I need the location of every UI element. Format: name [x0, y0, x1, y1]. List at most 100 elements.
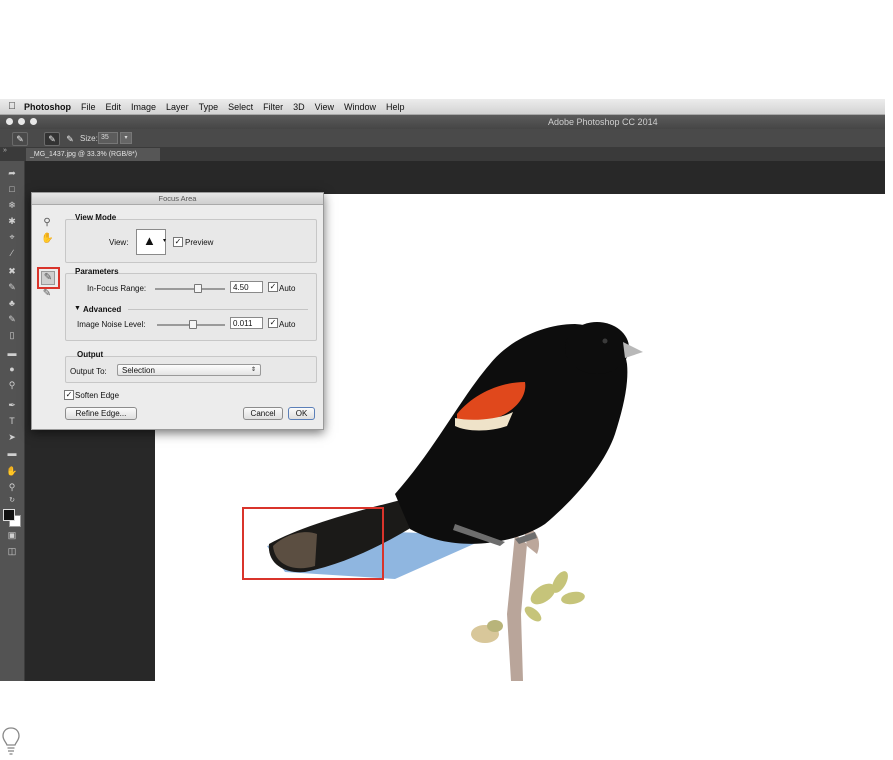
view-dropdown-icon[interactable]: ▾ [163, 237, 166, 244]
ok-button[interactable]: OK [288, 407, 315, 420]
document-tab[interactable]: _MG_1437.jpg @ 33.3% (RGB/8*) [26, 148, 160, 161]
menu-image[interactable]: Image [131, 102, 156, 112]
bird-beak [623, 342, 643, 358]
menu-edit[interactable]: Edit [106, 102, 122, 112]
leaves [471, 571, 585, 643]
tool-highlight-box [37, 267, 60, 289]
pen-tool-icon[interactable]: ✒ [5, 399, 19, 411]
window-controls [6, 118, 37, 125]
menu-help[interactable]: Help [386, 102, 405, 112]
move-tool-icon[interactable]: ➦ [5, 167, 19, 179]
quick-selection-tool-icon[interactable]: ✱ [5, 215, 19, 227]
output-to-dropdown-icon: ⇕ [250, 367, 256, 373]
advanced-divider [128, 309, 308, 310]
hand-tool-icon[interactable]: ✋ [5, 465, 19, 477]
brush-tool-icon[interactable]: ✎ [5, 281, 19, 293]
menu-type[interactable]: Type [199, 102, 219, 112]
advanced-label[interactable]: Advanced [83, 305, 121, 314]
window-title-bar: Adobe Photoshop CC 2014 [0, 115, 885, 129]
menu-layer[interactable]: Layer [166, 102, 189, 112]
quick-mask-icon[interactable]: ▣ [5, 529, 19, 541]
menu-select[interactable]: Select [228, 102, 253, 112]
lasso-tool-icon[interactable]: ❄ [5, 199, 19, 211]
in-focus-range-slider[interactable] [155, 288, 225, 290]
dialog-title: Focus Area [32, 193, 323, 205]
in-focus-range-slider-knob[interactable] [194, 284, 202, 293]
in-focus-auto-checkbox[interactable]: ✓ [268, 282, 278, 292]
tools-panel: ➦ □ ❄ ✱ ⌖ ∕ ✖ ✎ ♣ ✎ ▯ ▬ ● ⚲ ✒ T ➤ ▬ ✋ ⚲ … [0, 161, 25, 681]
focus-area-subtract-tool-icon[interactable]: ✎ [41, 288, 53, 300]
path-selection-tool-icon[interactable]: ➤ [5, 431, 19, 443]
healing-brush-tool-icon[interactable]: ✖ [5, 265, 19, 277]
type-tool-icon[interactable]: T [5, 415, 19, 427]
close-window-button[interactable] [6, 118, 13, 125]
menu-filter[interactable]: Filter [263, 102, 283, 112]
menu-view[interactable]: View [315, 102, 334, 112]
collapse-panels-icon[interactable]: » [3, 147, 7, 154]
in-focus-range-label: In-Focus Range: [87, 284, 147, 293]
add-to-focus-brush-icon[interactable]: ✎ [44, 132, 60, 146]
screen-mode-icon[interactable]: ◫ [5, 545, 19, 557]
refine-edge-button[interactable]: Refine Edge... [65, 407, 137, 420]
cancel-button[interactable]: Cancel [243, 407, 283, 420]
eyedropper-tool-icon[interactable]: ∕ [5, 247, 19, 259]
crop-tool-icon[interactable]: ⌖ [5, 231, 19, 243]
soften-edge-label: Soften Edge [75, 391, 120, 400]
menu-app-name[interactable]: Photoshop [24, 102, 71, 112]
parameters-heading: Parameters [75, 267, 119, 276]
menu-window[interactable]: Window [344, 102, 376, 112]
in-focus-auto-label: Auto [279, 284, 296, 293]
image-noise-level-input[interactable]: 0.011 [230, 317, 263, 329]
output-to-select[interactable]: Selection ⇕ [117, 364, 261, 376]
rectangle-tool-icon[interactable]: ▬ [5, 447, 19, 459]
apple-menu-icon[interactable]:  [0, 101, 24, 112]
bird-thumbnail-icon: ▲ [143, 233, 156, 248]
output-heading: Output [77, 350, 104, 359]
gradient-tool-icon[interactable]: ▬ [5, 347, 19, 359]
minimize-window-button[interactable] [18, 118, 25, 125]
menu-3d[interactable]: 3D [293, 102, 305, 112]
foreground-color-swatch[interactable] [3, 509, 15, 521]
menu-bar:  Photoshop File Edit Image Layer Type S… [0, 99, 885, 115]
size-dropdown-icon[interactable]: ▾ [120, 132, 132, 144]
branch [507, 534, 527, 681]
zoom-tool-icon[interactable]: ⚲ [5, 481, 19, 493]
output-to-value: Selection [122, 366, 155, 375]
clone-stamp-tool-icon[interactable]: ♣ [5, 297, 19, 309]
swap-colors-icon[interactable]: ↻ [5, 495, 19, 507]
view-mode-thumbnail[interactable]: ▲ [136, 229, 166, 255]
tool-preset-picker-icon[interactable]: ✎ [12, 132, 28, 146]
tail-highlight-box [242, 507, 384, 580]
eraser-tool-icon[interactable]: ▯ [5, 329, 19, 341]
advanced-disclosure-icon[interactable]: ▼ [74, 305, 81, 312]
bird-head [565, 322, 629, 374]
image-noise-level-slider-knob[interactable] [189, 320, 197, 329]
lightbulb-icon [2, 727, 20, 755]
output-to-label: Output To: [70, 367, 107, 376]
history-brush-tool-icon[interactable]: ✎ [5, 313, 19, 325]
size-input[interactable]: 35 [98, 132, 118, 144]
focus-area-dialog: Focus Area ⚲ ✋ ✎ ✎ View Mode View: ▲ ▾ ✓… [31, 192, 324, 430]
dodge-tool-icon[interactable]: ⚲ [5, 379, 19, 391]
subtract-from-focus-brush-icon[interactable]: ✎ [62, 132, 78, 146]
noise-auto-checkbox[interactable]: ✓ [268, 318, 278, 328]
preview-checkbox[interactable]: ✓ [173, 237, 183, 247]
view-mode-heading: View Mode [75, 213, 117, 222]
preview-label: Preview [185, 238, 214, 247]
options-bar: ✎ ✎ ✎ Size: 35 ▾ [0, 129, 885, 148]
soften-edge-checkbox[interactable]: ✓ [64, 390, 74, 400]
zoom-icon[interactable]: ⚲ [41, 217, 53, 229]
size-label: Size: [80, 134, 98, 143]
menu-file[interactable]: File [81, 102, 96, 112]
zoom-window-button[interactable] [30, 118, 37, 125]
marquee-tool-icon[interactable]: □ [5, 183, 19, 195]
view-label: View: [109, 238, 129, 247]
document-tab-bar: » _MG_1437.jpg @ 33.3% (RGB/8*) [0, 147, 885, 161]
bird-eye [602, 338, 608, 344]
in-focus-range-input[interactable]: 4.50 [230, 281, 263, 293]
hand-icon[interactable]: ✋ [41, 233, 53, 245]
image-noise-level-label: Image Noise Level: [77, 320, 146, 329]
noise-auto-label: Auto [279, 320, 296, 329]
window-title: Adobe Photoshop CC 2014 [548, 117, 658, 127]
blur-tool-icon[interactable]: ● [5, 363, 19, 375]
